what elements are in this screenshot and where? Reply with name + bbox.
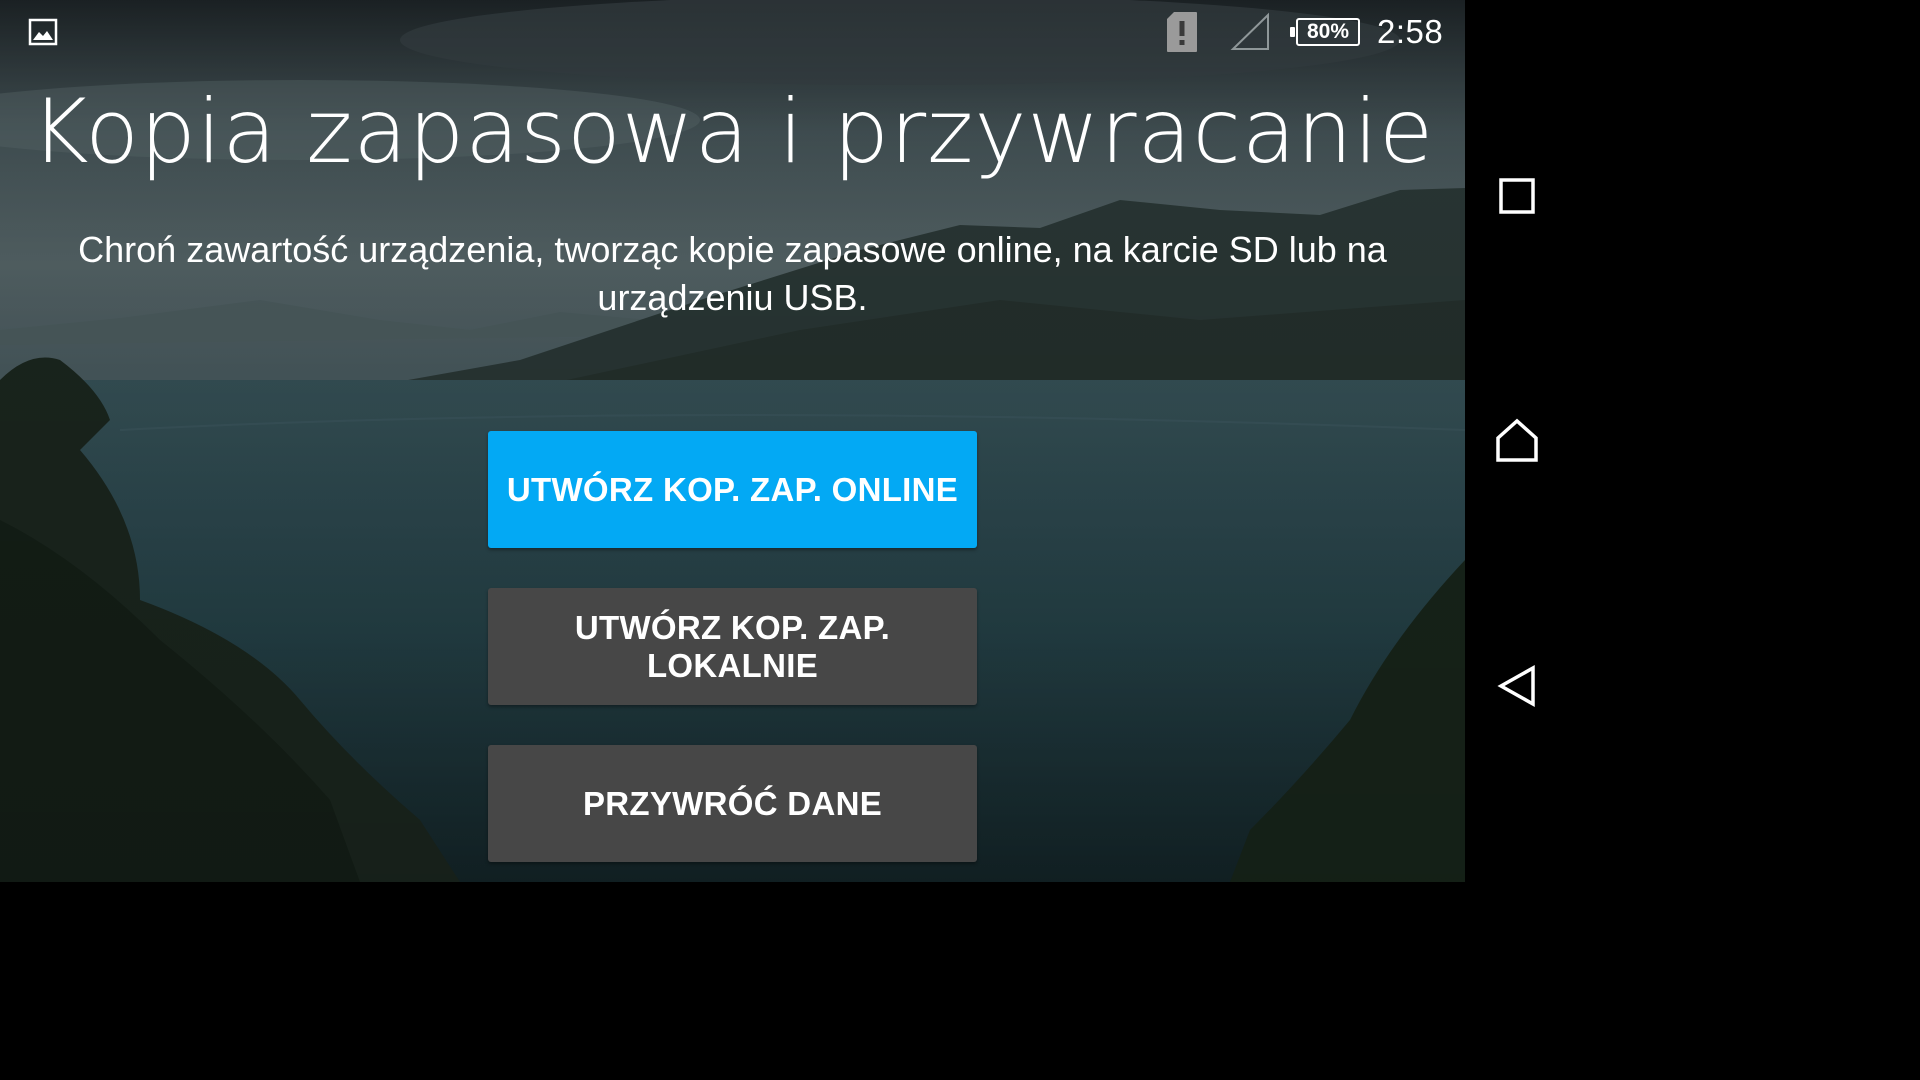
battery-indicator: 80% (1290, 0, 1360, 64)
battery-icon: 80% (1290, 18, 1360, 46)
navigation-bar (1465, 0, 1568, 882)
page-title: Kopia zapasowa i przywracanie (30, 80, 1435, 183)
home-icon (1495, 418, 1538, 462)
cell-signal-empty-icon (1230, 0, 1270, 64)
create-online-backup-button[interactable]: UTWÓRZ KOP. ZAP. ONLINE (488, 431, 977, 548)
clock-time: 2:58 (1377, 13, 1444, 50)
status-bar: 80% 2:58 (0, 0, 1465, 64)
square-recents-icon (1498, 178, 1535, 214)
page-description: Chroń zawartość urządzenia, tworząc kopi… (78, 229, 1387, 318)
back-button[interactable] (1465, 631, 1568, 741)
battery-percent: 80% (1306, 20, 1350, 43)
sd-card-alert-icon (1166, 0, 1198, 64)
home-button[interactable] (1465, 386, 1568, 496)
gallery-icon (28, 0, 58, 64)
screen: 80% 2:58 Kopia zapasowa i przywracanie C… (0, 0, 1568, 882)
create-local-backup-button[interactable]: UTWÓRZ KOP. ZAP. LOKALNIE (488, 588, 977, 705)
recents-button[interactable] (1465, 141, 1568, 251)
back-triangle-icon (1496, 665, 1535, 707)
restore-data-button[interactable]: PRZYWRÓĆ DANE (488, 745, 977, 862)
